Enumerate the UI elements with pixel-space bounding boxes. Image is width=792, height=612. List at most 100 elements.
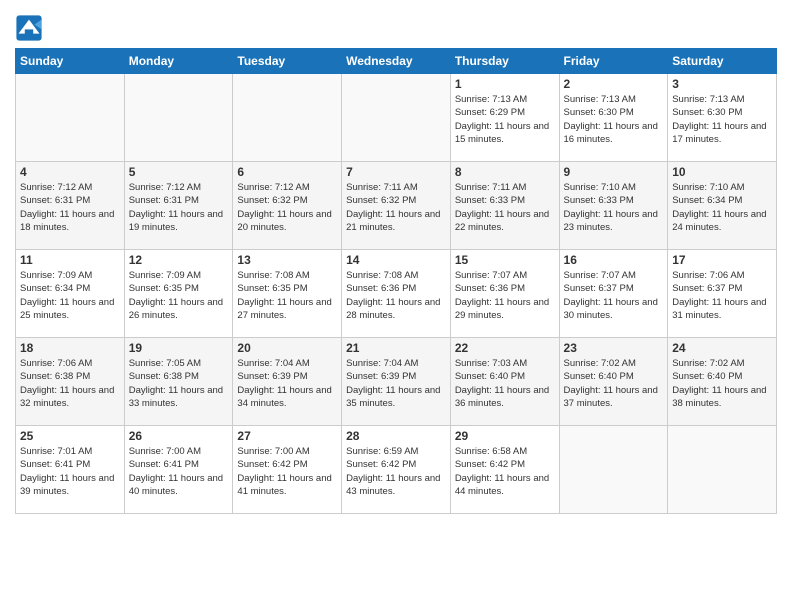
day-number: 22 [455, 341, 555, 355]
calendar-cell: 29 Sunrise: 6:58 AM Sunset: 6:42 PM Dayli… [450, 426, 559, 514]
day-number: 13 [237, 253, 337, 267]
calendar-cell [233, 74, 342, 162]
calendar-cell [559, 426, 668, 514]
col-header-saturday: Saturday [668, 49, 777, 74]
day-info: Sunrise: 7:00 AM Sunset: 6:41 PM Dayligh… [129, 445, 229, 498]
day-info: Sunrise: 6:58 AM Sunset: 6:42 PM Dayligh… [455, 445, 555, 498]
calendar-cell: 17 Sunrise: 7:06 AM Sunset: 6:37 PM Dayli… [668, 250, 777, 338]
day-number: 12 [129, 253, 229, 267]
calendar-cell: 23 Sunrise: 7:02 AM Sunset: 6:40 PM Dayli… [559, 338, 668, 426]
day-number: 17 [672, 253, 772, 267]
calendar-cell: 21 Sunrise: 7:04 AM Sunset: 6:39 PM Dayli… [342, 338, 451, 426]
calendar-cell: 8 Sunrise: 7:11 AM Sunset: 6:33 PM Daylig… [450, 162, 559, 250]
day-number: 26 [129, 429, 229, 443]
calendar-cell: 3 Sunrise: 7:13 AM Sunset: 6:30 PM Daylig… [668, 74, 777, 162]
day-info: Sunrise: 7:07 AM Sunset: 6:37 PM Dayligh… [564, 269, 664, 322]
day-number: 10 [672, 165, 772, 179]
day-info: Sunrise: 7:11 AM Sunset: 6:32 PM Dayligh… [346, 181, 446, 234]
day-number: 24 [672, 341, 772, 355]
day-number: 1 [455, 77, 555, 91]
col-header-thursday: Thursday [450, 49, 559, 74]
calendar-cell: 13 Sunrise: 7:08 AM Sunset: 6:35 PM Dayli… [233, 250, 342, 338]
header [15, 10, 777, 42]
day-number: 2 [564, 77, 664, 91]
day-info: Sunrise: 7:02 AM Sunset: 6:40 PM Dayligh… [564, 357, 664, 410]
day-number: 15 [455, 253, 555, 267]
calendar-cell: 11 Sunrise: 7:09 AM Sunset: 6:34 PM Dayli… [16, 250, 125, 338]
day-info: Sunrise: 7:12 AM Sunset: 6:32 PM Dayligh… [237, 181, 337, 234]
calendar-cell: 16 Sunrise: 7:07 AM Sunset: 6:37 PM Dayli… [559, 250, 668, 338]
calendar-cell: 27Sunrise: 7:00 AM Sunset: 6:42 PM Dayli… [233, 426, 342, 514]
day-info: Sunrise: 7:04 AM Sunset: 6:39 PM Dayligh… [346, 357, 446, 410]
day-info: Sunrise: 7:06 AM Sunset: 6:37 PM Dayligh… [672, 269, 772, 322]
calendar-header-row: SundayMondayTuesdayWednesdayThursdayFrid… [16, 49, 777, 74]
col-header-monday: Monday [124, 49, 233, 74]
day-info: Sunrise: 7:08 AM Sunset: 6:36 PM Dayligh… [346, 269, 446, 322]
day-info: Sunrise: 7:01 AM Sunset: 6:41 PM Dayligh… [20, 445, 120, 498]
calendar-cell: 19 Sunrise: 7:05 AM Sunset: 6:38 PM Dayli… [124, 338, 233, 426]
col-header-wednesday: Wednesday [342, 49, 451, 74]
day-number: 19 [129, 341, 229, 355]
day-number: 27 [237, 429, 337, 443]
calendar-cell: 26 Sunrise: 7:00 AM Sunset: 6:41 PM Dayli… [124, 426, 233, 514]
day-info: Sunrise: 7:10 AM Sunset: 6:33 PM Dayligh… [564, 181, 664, 234]
calendar-cell [342, 74, 451, 162]
calendar-cell: 6 Sunrise: 7:12 AM Sunset: 6:32 PM Daylig… [233, 162, 342, 250]
calendar-week-4: 25 Sunrise: 7:01 AM Sunset: 6:41 PM Dayli… [16, 426, 777, 514]
day-number: 9 [564, 165, 664, 179]
day-info: Sunrise: 7:09 AM Sunset: 6:35 PM Dayligh… [129, 269, 229, 322]
day-info: Sunrise: 6:59 AM Sunset: 6:42 PM Dayligh… [346, 445, 446, 498]
calendar-cell: 9 Sunrise: 7:10 AM Sunset: 6:33 PM Daylig… [559, 162, 668, 250]
calendar-cell [16, 74, 125, 162]
day-info: Sunrise: 7:04 AM Sunset: 6:39 PM Dayligh… [237, 357, 337, 410]
calendar-table: SundayMondayTuesdayWednesdayThursdayFrid… [15, 48, 777, 514]
day-number: 6 [237, 165, 337, 179]
calendar-cell: 1Sunrise: 7:13 AM Sunset: 6:29 PM Daylig… [450, 74, 559, 162]
logo [15, 14, 45, 42]
col-header-tuesday: Tuesday [233, 49, 342, 74]
calendar-week-0: 1Sunrise: 7:13 AM Sunset: 6:29 PM Daylig… [16, 74, 777, 162]
calendar-page: SundayMondayTuesdayWednesdayThursdayFrid… [0, 0, 792, 612]
day-number: 16 [564, 253, 664, 267]
calendar-cell: 4Sunrise: 7:12 AM Sunset: 6:31 PM Daylig… [16, 162, 125, 250]
logo-icon [15, 14, 43, 42]
day-number: 20 [237, 341, 337, 355]
calendar-cell: 18 Sunrise: 7:06 AM Sunset: 6:38 PM Dayli… [16, 338, 125, 426]
day-number: 25 [20, 429, 120, 443]
day-info: Sunrise: 7:09 AM Sunset: 6:34 PM Dayligh… [20, 269, 120, 322]
calendar-cell: 7 Sunrise: 7:11 AM Sunset: 6:32 PM Daylig… [342, 162, 451, 250]
col-header-friday: Friday [559, 49, 668, 74]
calendar-week-3: 18 Sunrise: 7:06 AM Sunset: 6:38 PM Dayli… [16, 338, 777, 426]
day-number: 7 [346, 165, 446, 179]
day-info: Sunrise: 7:13 AM Sunset: 6:30 PM Dayligh… [672, 93, 772, 146]
calendar-cell: 2Sunrise: 7:13 AM Sunset: 6:30 PM Daylig… [559, 74, 668, 162]
day-number: 29 [455, 429, 555, 443]
day-number: 21 [346, 341, 446, 355]
calendar-cell [124, 74, 233, 162]
calendar-cell: 12 Sunrise: 7:09 AM Sunset: 6:35 PM Dayli… [124, 250, 233, 338]
day-info: Sunrise: 7:10 AM Sunset: 6:34 PM Dayligh… [672, 181, 772, 234]
col-header-sunday: Sunday [16, 49, 125, 74]
day-info: Sunrise: 7:05 AM Sunset: 6:38 PM Dayligh… [129, 357, 229, 410]
day-number: 3 [672, 77, 772, 91]
calendar-week-1: 4Sunrise: 7:12 AM Sunset: 6:31 PM Daylig… [16, 162, 777, 250]
calendar-cell: 25 Sunrise: 7:01 AM Sunset: 6:41 PM Dayli… [16, 426, 125, 514]
calendar-cell: 22 Sunrise: 7:03 AM Sunset: 6:40 PM Dayli… [450, 338, 559, 426]
day-number: 23 [564, 341, 664, 355]
calendar-cell: 14 Sunrise: 7:08 AM Sunset: 6:36 PM Dayli… [342, 250, 451, 338]
day-info: Sunrise: 7:02 AM Sunset: 6:40 PM Dayligh… [672, 357, 772, 410]
day-number: 14 [346, 253, 446, 267]
day-info: Sunrise: 7:11 AM Sunset: 6:33 PM Dayligh… [455, 181, 555, 234]
calendar-week-2: 11 Sunrise: 7:09 AM Sunset: 6:34 PM Dayli… [16, 250, 777, 338]
day-number: 4 [20, 165, 120, 179]
day-info: Sunrise: 7:03 AM Sunset: 6:40 PM Dayligh… [455, 357, 555, 410]
day-info: Sunrise: 7:08 AM Sunset: 6:35 PM Dayligh… [237, 269, 337, 322]
day-number: 18 [20, 341, 120, 355]
calendar-cell: 15 Sunrise: 7:07 AM Sunset: 6:36 PM Dayli… [450, 250, 559, 338]
day-number: 11 [20, 253, 120, 267]
calendar-cell: 28Sunrise: 6:59 AM Sunset: 6:42 PM Dayli… [342, 426, 451, 514]
day-number: 8 [455, 165, 555, 179]
day-info: Sunrise: 7:06 AM Sunset: 6:38 PM Dayligh… [20, 357, 120, 410]
day-number: 5 [129, 165, 229, 179]
day-info: Sunrise: 7:07 AM Sunset: 6:36 PM Dayligh… [455, 269, 555, 322]
